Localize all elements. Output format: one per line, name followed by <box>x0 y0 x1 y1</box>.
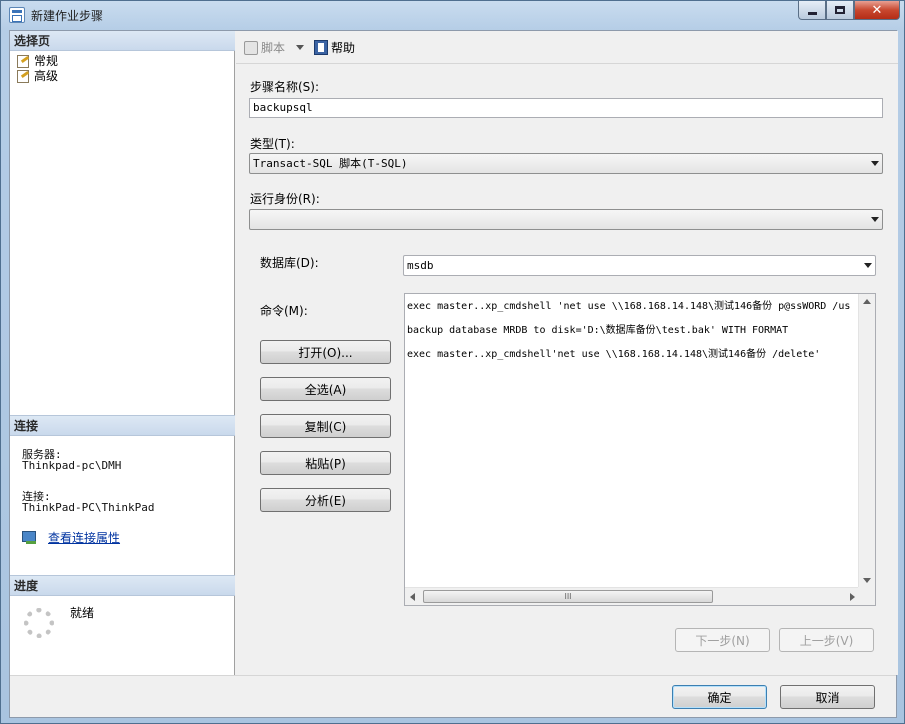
minimize-button[interactable] <box>798 1 826 20</box>
select-page-header: 选择页 <box>10 31 235 51</box>
connection-value: ThinkPad-PC\ThinkPad <box>22 501 155 514</box>
database-select[interactable]: msdb <box>403 255 876 276</box>
minimize-icon <box>807 11 817 15</box>
type-select-value: Transact-SQL 脚本(T-SQL) <box>253 157 408 170</box>
run-as-label: 运行身份(R): <box>250 192 320 206</box>
step-name-label: 步骤名称(S): <box>250 80 320 94</box>
progress-section: 进度 就绪 <box>10 575 235 675</box>
run-as-select[interactable] <box>249 209 883 230</box>
connection-section: 连接 服务器: Thinkpad-pc\DMH 连接: ThinkPad-PC\… <box>10 415 235 575</box>
view-connection-properties-link[interactable]: 查看连接属性 <box>48 529 120 546</box>
dialog-window: 新建作业步骤 ✕ 选择页 常规 高级 连接 服务器: Thinkpad-pc\D… <box>0 0 905 724</box>
dialog-footer: 确定 取消 <box>10 675 896 717</box>
caption-buttons: ✕ <box>798 1 900 21</box>
scroll-up-icon[interactable] <box>863 299 871 304</box>
script-label: 脚本 <box>261 41 286 55</box>
step-name-input[interactable]: backupsql <box>249 98 883 118</box>
right-panel: 脚本 帮助 步骤名称(S): backupsql 类型(T): Transact… <box>236 31 898 675</box>
chevron-down-icon <box>871 217 879 222</box>
scroll-right-icon[interactable] <box>850 593 855 601</box>
select-page-section: 选择页 常规 高级 <box>10 31 235 415</box>
command-line: backup database MRDB to disk='D:\数据库备份\t… <box>407 325 789 336</box>
maximize-icon <box>835 6 845 14</box>
select-all-button[interactable]: 全选(A) <box>260 377 391 401</box>
type-label: 类型(T): <box>250 137 295 151</box>
server-value: Thinkpad-pc\DMH <box>22 459 122 472</box>
page-item-advanced[interactable]: 高级 <box>10 68 235 83</box>
close-button[interactable]: ✕ <box>854 1 900 20</box>
command-label: 命令(M): <box>260 304 308 318</box>
previous-step-button[interactable]: 上一步(V) <box>779 628 874 652</box>
toolbar: 脚本 帮助 <box>236 31 898 64</box>
scroll-grip: III <box>564 592 572 601</box>
view-connection-properties: 查看连接属性 <box>22 529 120 546</box>
progress-header: 进度 <box>10 576 235 596</box>
script-icon <box>244 40 258 55</box>
horizontal-scrollbar[interactable]: III <box>405 587 860 605</box>
page-icon <box>16 69 30 83</box>
maximize-button[interactable] <box>826 1 854 20</box>
script-button[interactable]: 脚本 <box>244 39 305 56</box>
title-bar[interactable]: 新建作业步骤 ✕ <box>1 1 904 29</box>
command-line: exec master..xp_cmdshell'net use \\168.1… <box>407 349 821 360</box>
close-icon: ✕ <box>871 2 883 18</box>
chevron-down-icon <box>864 263 872 268</box>
scroll-down-icon[interactable] <box>863 578 871 583</box>
progress-spinner-icon <box>24 608 54 638</box>
app-icon <box>9 7 25 23</box>
scroll-left-icon[interactable] <box>410 593 415 601</box>
command-line: exec master..xp_cmdshell 'net use \\168.… <box>407 301 851 312</box>
help-button[interactable]: 帮助 <box>314 39 355 56</box>
ok-button[interactable]: 确定 <box>672 685 767 709</box>
open-button[interactable]: 打开(O)... <box>260 340 391 364</box>
chevron-down-icon[interactable] <box>296 45 305 50</box>
paste-button[interactable]: 粘贴(P) <box>260 451 391 475</box>
scrollbar-corner <box>858 587 875 605</box>
help-icon <box>314 40 328 55</box>
command-textarea[interactable]: exec master..xp_cmdshell 'net use \\168.… <box>404 293 876 606</box>
database-label: 数据库(D): <box>260 256 319 270</box>
page-item-label: 高级 <box>34 69 59 83</box>
connection-header: 连接 <box>10 416 235 436</box>
parse-button[interactable]: 分析(E) <box>260 488 391 512</box>
help-label: 帮助 <box>331 41 356 55</box>
vertical-scrollbar[interactable] <box>858 294 875 588</box>
copy-button[interactable]: 复制(C) <box>260 414 391 438</box>
chevron-down-icon <box>871 161 879 166</box>
type-select[interactable]: Transact-SQL 脚本(T-SQL) <box>249 153 883 174</box>
page-icon <box>16 54 30 68</box>
left-panel: 选择页 常规 高级 连接 服务器: Thinkpad-pc\DMH 连接: Th… <box>10 31 235 675</box>
window-title: 新建作业步骤 <box>31 9 104 23</box>
progress-status: 就绪 <box>70 606 95 620</box>
database-select-value: msdb <box>407 259 434 272</box>
cancel-button[interactable]: 取消 <box>780 685 875 709</box>
network-properties-icon <box>22 530 38 545</box>
page-item-general[interactable]: 常规 <box>10 53 235 68</box>
next-step-button[interactable]: 下一步(N) <box>675 628 770 652</box>
dialog-client-area: 选择页 常规 高级 连接 服务器: Thinkpad-pc\DMH 连接: Th… <box>9 30 898 718</box>
horizontal-scroll-thumb[interactable]: III <box>423 590 713 603</box>
